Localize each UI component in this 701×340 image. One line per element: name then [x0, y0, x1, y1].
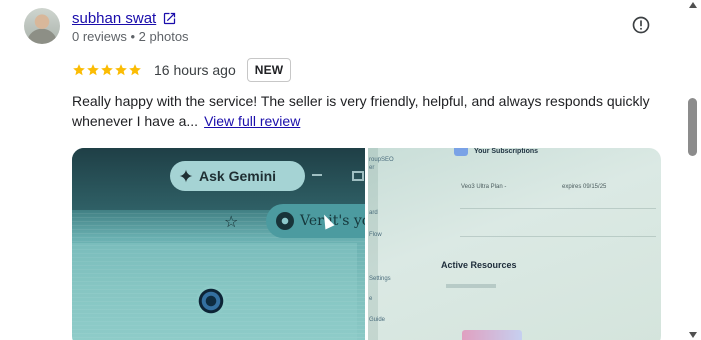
photo-sidebar-label: er	[369, 165, 375, 171]
report-review-button[interactable]	[629, 13, 653, 37]
photo-sidebar-label: Guide	[369, 317, 386, 323]
photo-minimize-icon	[312, 174, 322, 176]
photo-sidebar-label: Settings	[369, 276, 391, 282]
photo-sidebar-label: Flow	[369, 232, 382, 238]
star-rating	[72, 63, 142, 77]
star-icon	[101, 64, 113, 76]
scroll-up-arrow-icon[interactable]	[689, 2, 697, 8]
photo-loading-icon	[196, 286, 226, 316]
new-badge: NEW	[246, 58, 292, 82]
review-photo-2[interactable]: roupSEO er ard Flow Settings e Guide You…	[368, 148, 661, 340]
reviewer-name-link[interactable]: subhan swat	[72, 10, 177, 27]
external-link-icon	[164, 12, 176, 25]
exclamation-circle-icon	[632, 16, 650, 34]
photo-subscriptions-title: Your Subscriptions	[474, 148, 539, 155]
photo-plan-expiry: expires 09/15/25	[562, 184, 607, 190]
star-icon	[73, 64, 85, 76]
star-icon	[115, 64, 127, 76]
photo-divider	[460, 208, 656, 209]
photo-active-resources-title: Active Resources	[441, 260, 517, 270]
photo-maximize-icon	[352, 171, 364, 181]
star-icon	[129, 64, 141, 76]
reviewer-meta: 0 reviews • 2 photos	[72, 29, 189, 44]
view-full-review-link[interactable]: View full review	[204, 113, 300, 129]
photo-ask-gemini-button: Ask Gemini	[170, 161, 305, 191]
reviewer-name[interactable]: subhan swat	[72, 10, 156, 27]
sparkle-icon	[179, 169, 193, 183]
photo-divider	[460, 236, 656, 237]
photo-plan-label: Veo3 Ultra Plan -	[461, 184, 507, 190]
photo-ask-gemini-label: Ask Gemini	[199, 168, 277, 184]
photo-extension-pill: Ver it's yo	[266, 204, 365, 238]
photo-extension-icon	[276, 212, 294, 230]
page-scrollbar[interactable]	[686, 0, 701, 340]
review-body: Really happy with the service! The selle…	[72, 93, 650, 129]
review-text: Really happy with the service! The selle…	[72, 91, 662, 131]
photo-bookmark-star-icon: ☆	[224, 214, 239, 231]
scroll-down-arrow-icon[interactable]	[689, 332, 697, 338]
rating-row: 16 hours ago NEW	[72, 58, 292, 82]
photo-subscriptions-icon	[454, 148, 468, 156]
star-icon	[87, 64, 99, 76]
photo-resource-thumbnail	[462, 330, 522, 340]
review-time: 16 hours ago	[154, 62, 236, 78]
reviewer-avatar[interactable]	[24, 8, 60, 44]
photo-sidebar-label: ard	[369, 210, 378, 216]
photo-resource-placeholder	[446, 284, 496, 288]
review-photos: Ask Gemini ☆ Ver it's yo roupSEO er ard …	[72, 148, 661, 340]
photo-sidebar-label: roupSEO	[369, 157, 394, 163]
photo-sidebar-label: e	[369, 296, 373, 302]
scrollbar-thumb[interactable]	[688, 98, 697, 156]
review-photo-1[interactable]: Ask Gemini ☆ Ver it's yo	[72, 148, 365, 340]
photo-sidebar	[368, 148, 378, 340]
